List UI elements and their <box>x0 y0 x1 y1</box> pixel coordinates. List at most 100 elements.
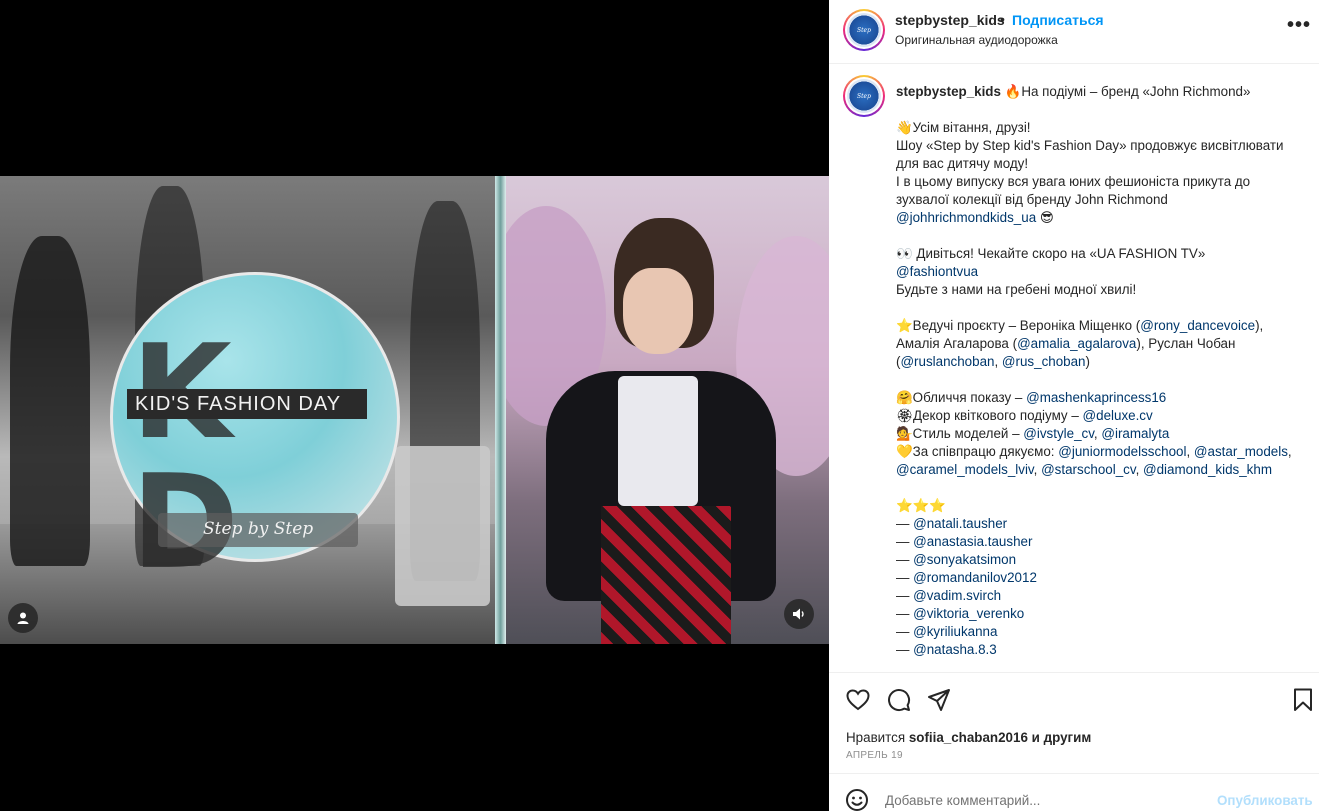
mention-link[interactable]: @ivstyle_cv <box>1023 426 1094 441</box>
caption-text: stepbystep_kids 🔥На подіумі – бренд «Joh… <box>896 83 1306 659</box>
caption-line: — @sonyakatsimon <box>896 551 1306 569</box>
mention-link[interactable]: @astar_models <box>1194 444 1288 459</box>
caption-text-fragment: 💛За співпрацю дякуємо: <box>896 444 1059 459</box>
video-left-frame: K-D KID'S FASHION DAY Step by Step <box>0 176 495 644</box>
caption-line: І в цьому випуску вся увага юних фешионі… <box>896 173 1306 209</box>
follow-button[interactable]: Подписаться <box>1012 12 1104 28</box>
send-icon[interactable] <box>926 687 952 713</box>
caption-text-fragment: 🤗Обличчя показу – <box>896 390 1027 405</box>
caption-line: — @kyriliukanna <box>896 623 1306 641</box>
caption-text-fragment: , <box>1287 444 1296 459</box>
mention-link[interactable]: @rus_choban <box>1002 354 1086 369</box>
mention-link[interactable]: @mashenkaprincess16 <box>1026 390 1166 405</box>
model-figure <box>10 236 90 566</box>
mention-link[interactable]: @diamond_kids_khm <box>1143 462 1272 477</box>
caption-line: — @viktoria_verenko <box>896 605 1306 623</box>
mention-link[interactable]: @iramalyta <box>1101 426 1169 441</box>
caption-text-fragment: 👋Усім вітання, друзі! <box>896 120 1031 135</box>
caption-text-fragment: ⭐Ведучі проєкту – Вероніка Міщенко ( <box>896 318 1141 333</box>
girl-skirt <box>601 506 731 644</box>
user-icon[interactable] <box>8 603 38 633</box>
mention-link[interactable]: @natasha.8.3 <box>913 642 997 657</box>
girl-shirt <box>618 376 698 506</box>
avatar[interactable]: Step <box>843 75 885 117</box>
mention-link[interactable]: @romandanilov2012 <box>913 570 1037 585</box>
caption-text-fragment: , <box>1033 462 1042 477</box>
mention-link[interactable]: @rony_dancevoice <box>1140 318 1255 333</box>
post-actions: Нравится sofiia_chaban2016 и другим АПРЕ… <box>829 672 1319 772</box>
caption-text-fragment: ⭐⭐⭐ <box>896 498 947 513</box>
caption-text-fragment: — <box>896 588 914 603</box>
caption-text-fragment: , <box>1135 462 1144 477</box>
video-divider <box>495 176 506 644</box>
caption-line: ⭐⭐⭐ <box>896 497 1306 515</box>
mention-link[interactable]: @starschool_cv <box>1041 462 1135 477</box>
caption-text-fragment: 👀 Дивіться! Чекайте скоро на «UA FASHION… <box>896 246 1206 261</box>
reel-video[interactable]: K-D KID'S FASHION DAY Step by Step <box>0 176 829 644</box>
smiley-icon[interactable] <box>845 788 869 811</box>
comment-bar: Опубликовать <box>829 773 1319 811</box>
caption-text-fragment: І в цьому випуску вся увага юних фешионі… <box>896 174 1254 207</box>
caption-text-fragment: — <box>896 642 914 657</box>
avatar[interactable]: Step <box>843 9 885 51</box>
video-right-frame <box>506 176 829 644</box>
caption-line: 👋Усім вітання, друзі! <box>896 119 1306 137</box>
header-username[interactable]: stepbystep_kids <box>895 12 1005 28</box>
heart-icon[interactable] <box>845 687 871 713</box>
likes-summary[interactable]: Нравится sofiia_chaban2016 и другим <box>846 730 1091 745</box>
mention-link[interactable]: @anastasia.tausher <box>913 534 1032 549</box>
mention-link[interactable]: @natali.tausher <box>913 516 1007 531</box>
logo-title: KID'S FASHION DAY <box>127 389 367 419</box>
caption-area[interactable]: Step stepbystep_kids 🔥На подіумі – бренд… <box>829 65 1319 671</box>
post-media: K-D KID'S FASHION DAY Step by Step <box>0 0 829 811</box>
mention-link[interactable]: @sonyakatsimon <box>913 552 1016 567</box>
caption-text-fragment: — <box>896 534 914 549</box>
caption-text-fragment: — <box>896 570 914 585</box>
caption-text-fragment: 💁Стиль моделей – <box>896 426 1024 441</box>
caption-line: Шоу «Step by Step kid's Fashion Day» про… <box>896 137 1306 173</box>
girl-face <box>623 268 693 354</box>
post-panel: Step stepbystep_kids • Подписаться Ориги… <box>829 0 1319 811</box>
likes-suffix: и другим <box>1027 730 1092 745</box>
more-options-icon[interactable]: ••• <box>1287 14 1311 37</box>
mention-link[interactable]: @kyriliukanna <box>913 624 997 639</box>
mention-link[interactable]: @juniormodelsschool <box>1058 444 1186 459</box>
caption-line: — @vadim.svirch <box>896 587 1306 605</box>
publish-button[interactable]: Опубликовать <box>1217 793 1313 808</box>
caption-line: 💁Стиль моделей – @ivstyle_cv, @iramalyta <box>896 425 1306 443</box>
mention-link[interactable]: @amalia_agalarova <box>1017 336 1136 351</box>
audio-track-label[interactable]: Оригинальная аудиодорожка <box>895 33 1058 47</box>
caption-username[interactable]: stepbystep_kids <box>896 84 1001 99</box>
comment-icon[interactable] <box>886 687 912 713</box>
mention-link[interactable]: @fashiontvua <box>896 264 978 279</box>
caption-line: — @natasha.8.3 <box>896 641 1306 659</box>
mention-link[interactable]: @johhrichmondkids_ua <box>896 210 1036 225</box>
mention-link[interactable]: @ruslanchoban <box>900 354 994 369</box>
mention-link[interactable]: @caramel_models_lviv <box>896 462 1034 477</box>
caption-text-fragment: ) <box>1085 354 1090 369</box>
likes-prefix: Нравится <box>846 730 909 745</box>
caption-line: 🔥На подіумі – бренд «John Richmond» <box>1004 84 1251 99</box>
post-date[interactable]: АПРЕЛЬ 19 <box>846 750 903 761</box>
separator-dot: • <box>1000 11 1005 27</box>
comment-input[interactable] <box>885 793 1205 808</box>
caption-text-fragment: , <box>1186 444 1194 459</box>
caption-text-fragment: — <box>896 624 914 639</box>
mention-link[interactable]: @deluxe.cv <box>1083 408 1153 423</box>
speaker-icon[interactable] <box>784 599 814 629</box>
likes-user[interactable]: sofiia_chaban2016 <box>909 730 1028 745</box>
caption-text-fragment: 😎 <box>1036 210 1054 225</box>
caption-line: — @romandanilov2012 <box>896 569 1306 587</box>
bookmark-icon[interactable] <box>1290 687 1316 713</box>
caption-text-fragment: , <box>994 354 1002 369</box>
avatar-logo: Step <box>847 13 881 47</box>
mention-link[interactable]: @vadim.svirch <box>913 588 1001 603</box>
post-header: Step stepbystep_kids • Подписаться Ориги… <box>829 0 1319 64</box>
mention-link[interactable]: @viktoria_verenko <box>913 606 1024 621</box>
avatar-logo: Step <box>847 79 881 113</box>
